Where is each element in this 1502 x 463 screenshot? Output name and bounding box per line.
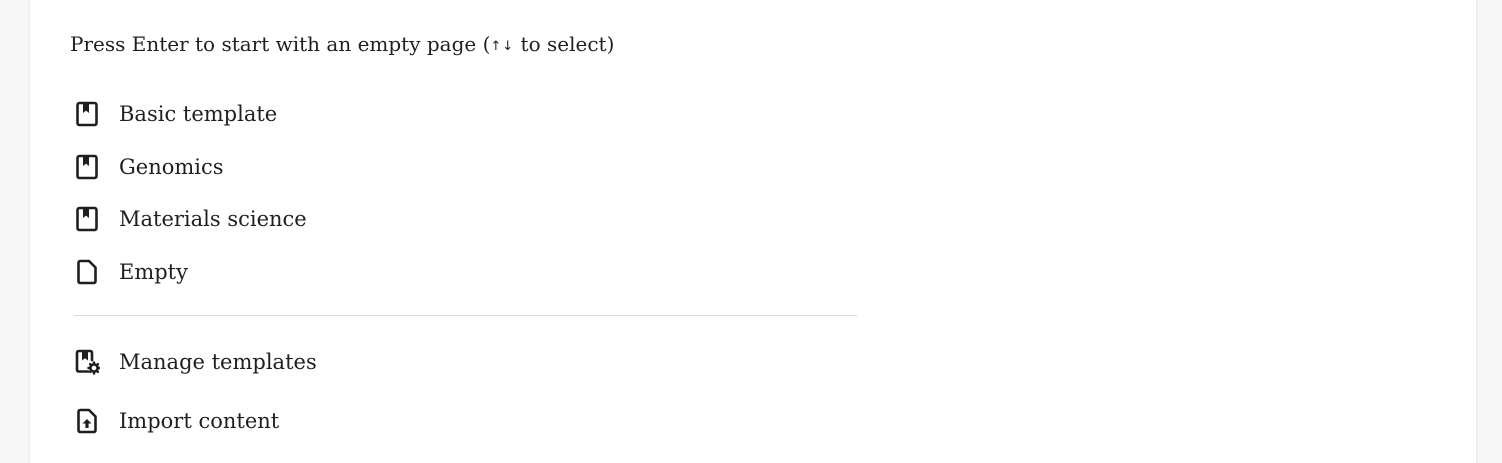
import-file-icon: [74, 408, 100, 434]
template-option-empty[interactable]: Empty: [74, 255, 200, 289]
blank-page-icon: [74, 259, 100, 285]
import-content-button[interactable]: Import content: [74, 404, 291, 438]
hint-prefix: Press Enter to start with an empty page …: [70, 32, 491, 56]
new-page-panel: Press Enter to start with an empty page …: [30, 0, 1476, 463]
import-content-label: Import content: [119, 409, 280, 433]
template-option-label: Genomics: [119, 155, 224, 179]
template-icon: [74, 154, 100, 180]
manage-templates-label: Manage templates: [119, 350, 317, 374]
template-option-materials-science[interactable]: Materials science: [74, 202, 319, 236]
template-option-basic[interactable]: Basic template: [74, 97, 289, 131]
template-icon: [74, 206, 100, 232]
hint-arrows: ↑↓: [490, 39, 515, 54]
template-option-label: Materials science: [119, 207, 307, 231]
template-option-label: Empty: [119, 260, 188, 284]
template-option-label: Basic template: [119, 102, 278, 126]
manage-templates-button[interactable]: Manage templates: [74, 345, 329, 379]
empty-page-hint: Press Enter to start with an empty page …: [70, 30, 614, 61]
template-option-genomics[interactable]: Genomics: [74, 150, 236, 184]
template-icon: [74, 101, 100, 127]
menu-divider: [74, 315, 857, 316]
manage-templates-icon: [74, 349, 100, 375]
hint-suffix: to select): [514, 32, 615, 56]
